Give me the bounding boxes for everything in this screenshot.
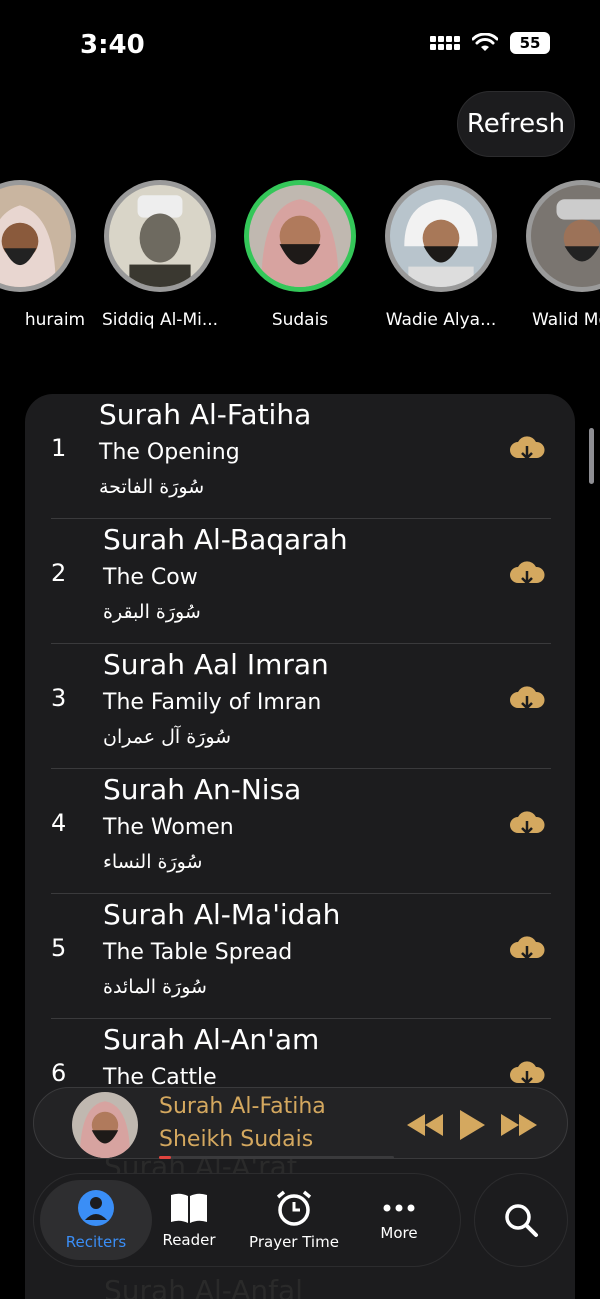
reciter-name: Wadie Alya...	[385, 310, 497, 330]
tab-label: More	[380, 1224, 418, 1242]
surah-title: Surah Al-An'am	[103, 1023, 320, 1056]
surah-title: Surah Aal Imran	[103, 648, 329, 681]
surah-number: 6	[51, 1059, 67, 1087]
reciter-name: Siddiq Al-Mi...	[101, 310, 219, 330]
surah-english-name: The Family of Imran	[103, 690, 322, 715]
fast-forward-icon[interactable]	[499, 1112, 539, 1138]
status-bar: 3:40 55	[0, 0, 600, 90]
book-icon	[171, 1193, 207, 1223]
alarm-clock-icon	[276, 1190, 312, 1226]
reciter-item[interactable]: Wadie Alya...	[371, 180, 511, 330]
reciter-name: huraim	[24, 310, 86, 330]
ellipsis-icon	[383, 1204, 415, 1212]
status-icons: 55	[430, 32, 550, 54]
reciter-avatar-ring	[0, 180, 76, 292]
surah-english-name: The Opening	[99, 440, 240, 465]
surah-arabic-name: سُورَة البقرة	[103, 601, 201, 623]
surah-number: 3	[51, 684, 67, 712]
rewind-icon[interactable]	[405, 1112, 445, 1138]
reciter-item[interactable]: Sudais	[230, 180, 370, 330]
search-button[interactable]	[474, 1173, 568, 1267]
reciter-avatar-ring-active	[244, 180, 356, 292]
surah-title: Surah An-Nisa	[103, 773, 302, 806]
surah-number: 5	[51, 934, 67, 962]
avatar	[0, 185, 71, 287]
avatar	[109, 185, 211, 287]
surah-number: 1	[51, 434, 67, 462]
person-icon	[78, 1190, 114, 1226]
surah-arabic-name: سُورَة الفاتحة	[99, 476, 205, 498]
playback-controls	[405, 1108, 539, 1142]
tab-bar: Reciters Reader Prayer Time More	[33, 1173, 461, 1267]
reciter-item[interactable]: huraim	[0, 180, 90, 330]
reciter-name: Walid Me	[532, 310, 600, 330]
refresh-button[interactable]: Refresh	[457, 91, 575, 157]
surah-row[interactable]: 1 Surah Al-Fatiha The Opening سُورَة الف…	[25, 394, 575, 519]
cloud-download-icon[interactable]	[509, 434, 545, 464]
surah-row[interactable]: 2 Surah Al-Baqarah The Cow سُورَة البقرة	[25, 519, 575, 644]
surah-title: Surah Al-Fatiha	[99, 398, 312, 431]
reciter-name: Sudais	[271, 310, 329, 330]
cloud-download-icon[interactable]	[509, 559, 545, 589]
status-time: 3:40	[80, 30, 145, 60]
reciters-carousel[interactable]: huraim Siddiq Al-Mi... Sudais Wadie Alya…	[0, 180, 600, 340]
tab-prayer-time[interactable]: Prayer Time	[239, 1180, 349, 1260]
surah-english-name: The Cow	[103, 565, 198, 590]
tab-reader[interactable]: Reader	[134, 1180, 244, 1260]
cloud-download-icon[interactable]	[509, 934, 545, 964]
avatar	[531, 185, 600, 287]
reciter-item[interactable]: Siddiq Al-Mi...	[90, 180, 230, 330]
reciter-avatar-ring	[104, 180, 216, 292]
surah-title: Surah Al-Baqarah	[103, 523, 348, 556]
now-playing-artwork	[72, 1092, 138, 1158]
avatar	[390, 185, 492, 287]
wifi-icon	[472, 33, 498, 51]
reciter-avatar-ring	[526, 180, 600, 292]
playback-progress-fill	[159, 1156, 171, 1159]
tab-label: Reciters	[65, 1233, 127, 1251]
now-playing-artist: Sheikh Sudais	[159, 1127, 314, 1152]
surah-arabic-name: سُورَة النساء	[103, 851, 203, 873]
surah-title-obscured: Surah Al-Anfal	[104, 1274, 303, 1299]
surah-number: 4	[51, 809, 67, 837]
now-playing-title: Surah Al-Fatiha	[159, 1094, 326, 1119]
search-icon	[505, 1204, 538, 1237]
surah-english-name: The Table Spread	[103, 940, 293, 965]
cellular-signal-icon	[430, 36, 460, 50]
surah-row[interactable]: 4 Surah An-Nisa The Women سُورَة النساء	[25, 769, 575, 894]
scroll-indicator[interactable]	[589, 428, 594, 484]
cloud-download-icon[interactable]	[509, 809, 545, 839]
cloud-download-icon[interactable]	[509, 684, 545, 714]
play-icon[interactable]	[457, 1108, 487, 1142]
reciter-item[interactable]: Walid Me	[512, 180, 600, 330]
cloud-download-icon[interactable]	[509, 1059, 545, 1089]
surah-arabic-name: سُورَة المائدة	[103, 976, 207, 998]
surah-number: 2	[51, 559, 67, 587]
surah-row[interactable]: 3 Surah Aal Imran The Family of Imran سُ…	[25, 644, 575, 769]
tab-more[interactable]: More	[344, 1180, 454, 1260]
surah-title: Surah Al-Ma'idah	[103, 898, 341, 931]
reciter-avatar-ring	[385, 180, 497, 292]
surah-row[interactable]: 5 Surah Al-Ma'idah The Table Spread سُور…	[25, 894, 575, 1019]
tab-label: Reader	[162, 1231, 216, 1249]
playback-progress-bar[interactable]	[159, 1156, 394, 1159]
surah-arabic-name: سُورَة آل عمران	[103, 726, 232, 748]
mini-player[interactable]: Surah Al-Fatiha Sheikh Sudais	[33, 1087, 568, 1159]
tab-label: Prayer Time	[249, 1233, 339, 1251]
avatar	[249, 185, 351, 287]
surah-english-name: The Women	[103, 815, 234, 840]
battery-indicator: 55	[510, 32, 550, 54]
